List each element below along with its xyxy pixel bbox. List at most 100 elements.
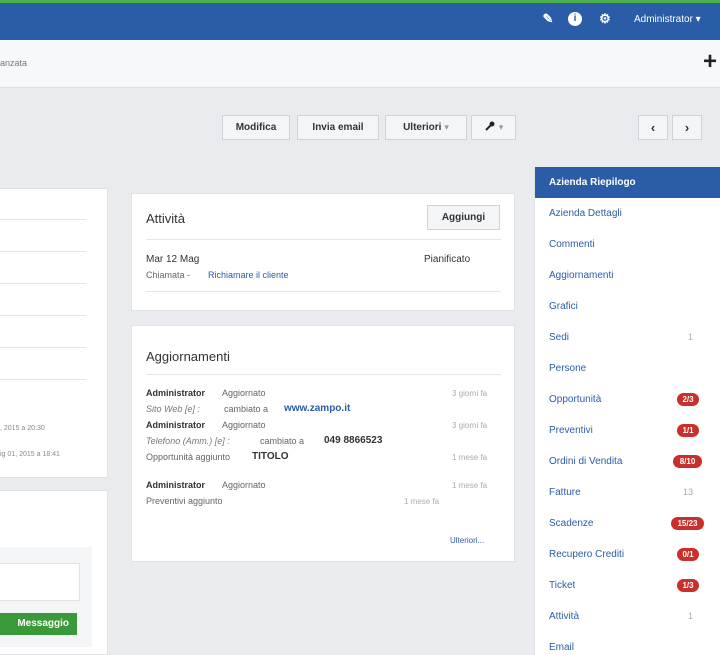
sidebar-item-ticket[interactable]: Ticket 1/3 [535, 570, 720, 601]
add-activity-button[interactable]: Aggiungi [427, 205, 500, 230]
top-navbar: ✎ i ⚙ Administrator ▾ [0, 0, 720, 40]
count-badge: 2/3 [677, 393, 699, 406]
count-label: 1 [687, 332, 693, 342]
comment-panel: Messaggio [0, 490, 108, 655]
update-value: 049 8866523 [324, 435, 383, 446]
related-sidebar: Azienda Riepilogo Azienda Dettagli Comme… [534, 167, 720, 655]
send-message-button[interactable]: Messaggio [0, 613, 77, 635]
sidebar-item-label: Fatture [549, 487, 581, 498]
count-badge: 1/1 [677, 424, 699, 437]
sidebar-item-azienda-dettagli[interactable]: Azienda Dettagli [535, 198, 720, 229]
update-text: Opportunità aggiunto [146, 452, 231, 462]
update-user[interactable]: Administrator [146, 388, 205, 398]
update-text: Preventivi aggiunto [146, 496, 223, 506]
count-badge: 1/3 [677, 579, 699, 592]
sidebar-item-grafici[interactable]: Grafici [535, 291, 720, 322]
details-panel: , 2015 a 20:30 ig 01, 2015 a 18:41 [0, 188, 108, 478]
sidebar-item-label: Recupero Crediti [549, 549, 625, 560]
divider [146, 291, 501, 292]
previous-record-button[interactable]: ‹ [638, 115, 668, 140]
comment-input[interactable] [0, 563, 80, 601]
activity-status: Pianificato [424, 254, 471, 265]
update-user[interactable]: Administrator [146, 420, 205, 430]
sidebar-item-label: Ordini di Vendita [549, 456, 623, 467]
sidebar-item-label: Commenti [549, 239, 595, 250]
chevron-down-icon: ▾ [444, 122, 449, 132]
row-divider [0, 219, 86, 220]
activity-title: Attività [146, 211, 186, 226]
activity-type: Chiamata - [146, 270, 191, 280]
row-divider [0, 379, 86, 380]
sidebar-item-scadenze[interactable]: Scadenze 15/23 [535, 508, 720, 539]
sidebar-item-label: Opportunità [549, 394, 602, 405]
update-time: 3 giorni fa [452, 389, 488, 398]
breadcrumb-bar: anzata + [0, 40, 720, 88]
tools-dropdown-button[interactable]: ▾ [471, 115, 516, 140]
send-email-button[interactable]: Invia email [297, 115, 379, 140]
row-divider [0, 283, 86, 284]
update-time: 1 mese fa [404, 497, 440, 506]
count-label: 1 [687, 611, 693, 621]
sidebar-item-label: Persone [549, 363, 587, 374]
count-label: 13 [682, 487, 693, 497]
sidebar-item-recupero-crediti[interactable]: Recupero Crediti 0/1 [535, 539, 720, 570]
sidebar-item-persone[interactable]: Persone [535, 353, 720, 384]
activity-date: Mar 12 Mag [146, 254, 200, 265]
count-badge: 8/10 [673, 455, 702, 468]
sidebar-item-label: Aggiornamenti [549, 270, 614, 281]
chevron-down-icon: ▾ [498, 122, 504, 132]
update-time: 1 mese fa [452, 481, 488, 490]
update-action: Aggiornato [222, 388, 266, 398]
sidebar-item-label: Attività [549, 611, 580, 622]
sidebar-item-label: Email [549, 642, 575, 653]
update-value-link[interactable]: www.zampo.it [284, 403, 350, 414]
user-name: Administrator [634, 14, 693, 25]
sidebar-item-label: Sedi [549, 332, 570, 343]
sidebar-item-label: Scadenze [549, 518, 594, 529]
next-record-button[interactable]: › [672, 115, 702, 140]
update-change: cambiato a [260, 436, 305, 446]
sidebar-item-attivita[interactable]: Attività 1 [535, 601, 720, 632]
sidebar-item-preventivi[interactable]: Preventivi 1/1 [535, 415, 720, 446]
sidebar-item-ordini-di-vendita[interactable]: Ordini di Vendita 8/10 [535, 446, 720, 477]
sidebar-item-opportunita[interactable]: Opportunità 2/3 [535, 384, 720, 415]
activity-subject-link[interactable]: Richiamare il cliente [208, 270, 289, 280]
update-value: TITOLO [252, 451, 289, 462]
user-menu[interactable]: Administrator ▾ [634, 14, 701, 25]
update-action: Aggiornato [222, 420, 266, 430]
divider [146, 239, 501, 240]
modified-date: ig 01, 2015 a 18:41 [0, 451, 60, 458]
sidebar-item-label: Azienda Riepilogo [549, 177, 636, 188]
sidebar-item-sedi[interactable]: Sedi 1 [535, 322, 720, 353]
edit-button[interactable]: Modifica [222, 115, 290, 140]
add-icon[interactable]: + [703, 48, 717, 76]
created-date: , 2015 a 20:30 [0, 425, 45, 432]
update-field: Telefono (Amm.) [e] : [146, 436, 230, 446]
sidebar-item-fatture[interactable]: Fatture 13 [535, 477, 720, 508]
sidebar-item-label: Azienda Dettagli [549, 208, 622, 219]
sidebar-item-azienda-riepilogo[interactable]: Azienda Riepilogo [535, 167, 720, 198]
more-updates-link[interactable]: Ulteriori... [450, 536, 484, 545]
update-user[interactable]: Administrator [146, 480, 205, 490]
count-badge: 0/1 [677, 548, 699, 561]
more-dropdown-button[interactable]: Ulteriori ▾ [385, 115, 467, 140]
sidebar-item-label: Preventivi [549, 425, 593, 436]
breadcrumb[interactable]: anzata [0, 58, 27, 68]
activity-card: Attività Aggiungi Mar 12 Mag Pianificato… [131, 193, 515, 311]
sidebar-item-email[interactable]: Email [535, 632, 720, 655]
updates-card: Aggiornamenti Administrator Aggiornato 3… [131, 325, 515, 562]
update-time: 1 mese fa [452, 453, 488, 462]
info-icon[interactable]: i [568, 12, 582, 26]
sidebar-item-commenti[interactable]: Commenti [535, 229, 720, 260]
count-badge: 15/23 [671, 517, 704, 530]
gear-icon[interactable]: ⚙ [597, 11, 613, 27]
more-label: Ulteriori [403, 122, 442, 133]
sidebar-item-label: Grafici [549, 301, 578, 312]
updates-title: Aggiornamenti [146, 349, 230, 364]
pencil-icon[interactable]: ✎ [540, 11, 556, 27]
sidebar-item-aggiornamenti[interactable]: Aggiornamenti [535, 260, 720, 291]
divider [146, 374, 501, 375]
row-divider [0, 251, 86, 252]
update-action: Aggiornato [222, 480, 266, 490]
row-divider [0, 347, 86, 348]
